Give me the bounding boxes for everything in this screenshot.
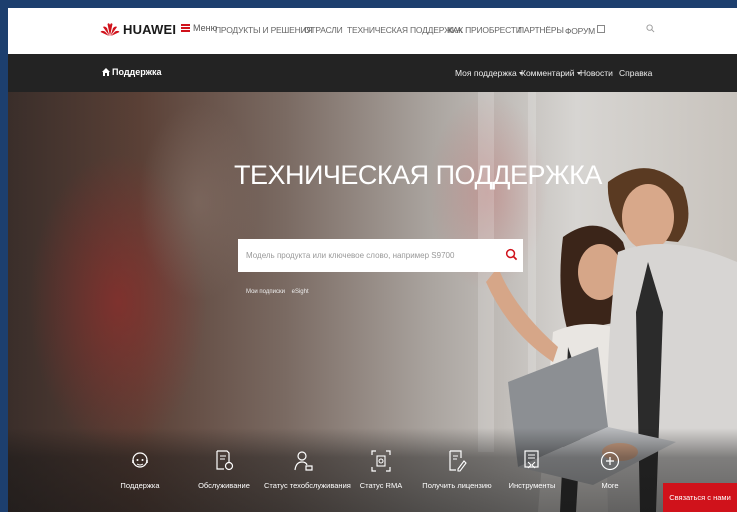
license-pen-icon [449,450,467,472]
nav-products[interactable]: ПРОДУКТЫ И РЕШЕНИЯ [215,25,313,35]
search-box [238,239,523,272]
top-navigation: HUAWEI Меню ПРОДУКТЫ И РЕШЕНИЯ ОТРАСЛИ Т… [8,8,737,54]
support-subnav: Поддержка Моя поддержка Комментарий Ново… [8,54,737,92]
product-search-input[interactable] [238,239,498,272]
user-wrench-icon [294,451,313,471]
support-home-label: Поддержка [112,67,162,77]
nav-forum-label: ФОРУМ [565,26,596,36]
quick-links: Мои подписки eSight [246,289,314,295]
quick-link-subscriptions[interactable]: Мои подписки [246,289,285,295]
hero-title: ТЕХНИЧЕСКАЯ ПОДДЕРЖКА [234,160,602,190]
subnav-my-support-label: Моя поддержка [455,68,517,78]
scan-box-icon [371,450,391,472]
service-rma-status[interactable]: Статус RMA [341,450,421,490]
nav-forum[interactable]: ФОРУМ [565,25,606,36]
services-bar: Поддержка Обслуживание Статус техобслужи… [8,428,737,512]
brand-name: HUAWEI [123,22,177,37]
service-maintenance-status[interactable]: Статус техобслуживания [264,450,351,490]
service-tools[interactable]: Инструменты [492,450,572,490]
service-label: More [601,481,619,490]
service-maintenance[interactable]: Обслуживание [184,450,264,490]
plus-circle-icon [600,451,620,471]
browser-viewport: HUAWEI Меню ПРОДУКТЫ И РЕШЕНИЯ ОТРАСЛИ Т… [8,8,737,512]
search-icon[interactable] [646,24,655,33]
service-label: Статус RMA [359,481,403,490]
service-get-license[interactable]: Получить лицензию [417,450,497,490]
headset-icon [132,452,148,468]
home-icon [102,68,110,76]
service-more[interactable]: More [570,450,650,490]
quick-link-esight[interactable]: eSight [292,289,309,295]
huawei-flower-icon [100,23,120,36]
toolbox-icon [524,450,539,469]
nav-industries[interactable]: ОТРАСЛИ [304,25,343,35]
menu-label: Меню [193,23,218,33]
hero-banner: ТЕХНИЧЕСКАЯ ПОДДЕРЖКА Мои подписки eSigh… [8,92,737,512]
support-home-link[interactable]: Поддержка [102,67,162,77]
service-label: Статус техобслуживания [264,481,351,490]
document-settings-icon [216,450,234,471]
subnav-my-support[interactable]: Моя поддержка [455,68,523,78]
nav-how-to-buy[interactable]: КАК ПРИОБРЕСТИ [448,25,522,35]
subnav-news[interactable]: Новости [580,68,613,78]
nav-partners[interactable]: ПАРТНЁРЫ [518,25,564,35]
service-label: Получить лицензию [422,481,492,490]
subnav-comment[interactable]: Комментарий [521,68,581,78]
menu-button[interactable]: Меню [181,23,217,33]
service-label: Инструменты [508,481,556,490]
service-support[interactable]: Поддержка [100,450,180,490]
contact-us-button[interactable]: Связаться с нами [663,483,737,512]
service-label: Поддержка [120,481,160,490]
subnav-help[interactable]: Справка [619,68,652,78]
subnav-comment-label: Комментарий [521,68,575,78]
external-link-icon [597,25,606,33]
hamburger-icon [181,24,190,32]
service-label: Обслуживание [198,481,250,490]
search-submit-icon[interactable] [505,248,518,261]
nav-tech-support[interactable]: ТЕХНИЧЕСКАЯ ПОДДЕРЖКА [347,25,462,35]
huawei-logo[interactable]: HUAWEI [100,22,176,37]
